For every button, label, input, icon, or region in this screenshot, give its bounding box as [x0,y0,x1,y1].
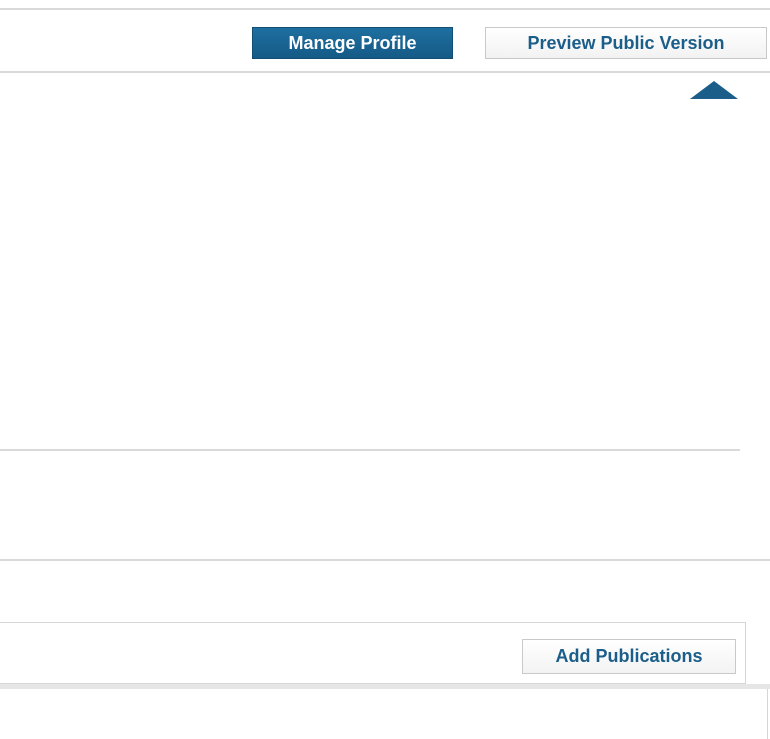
section-divider [0,559,770,561]
preview-public-version-button[interactable]: Preview Public Version [485,27,767,59]
top-divider [0,8,770,10]
manage-profile-button[interactable]: Manage Profile [252,27,453,59]
caret-up-icon [690,81,738,99]
publications-list-panel [0,689,768,739]
add-publications-button[interactable]: Add Publications [522,639,736,674]
section-divider [0,449,740,451]
toolbar-divider [0,71,770,73]
